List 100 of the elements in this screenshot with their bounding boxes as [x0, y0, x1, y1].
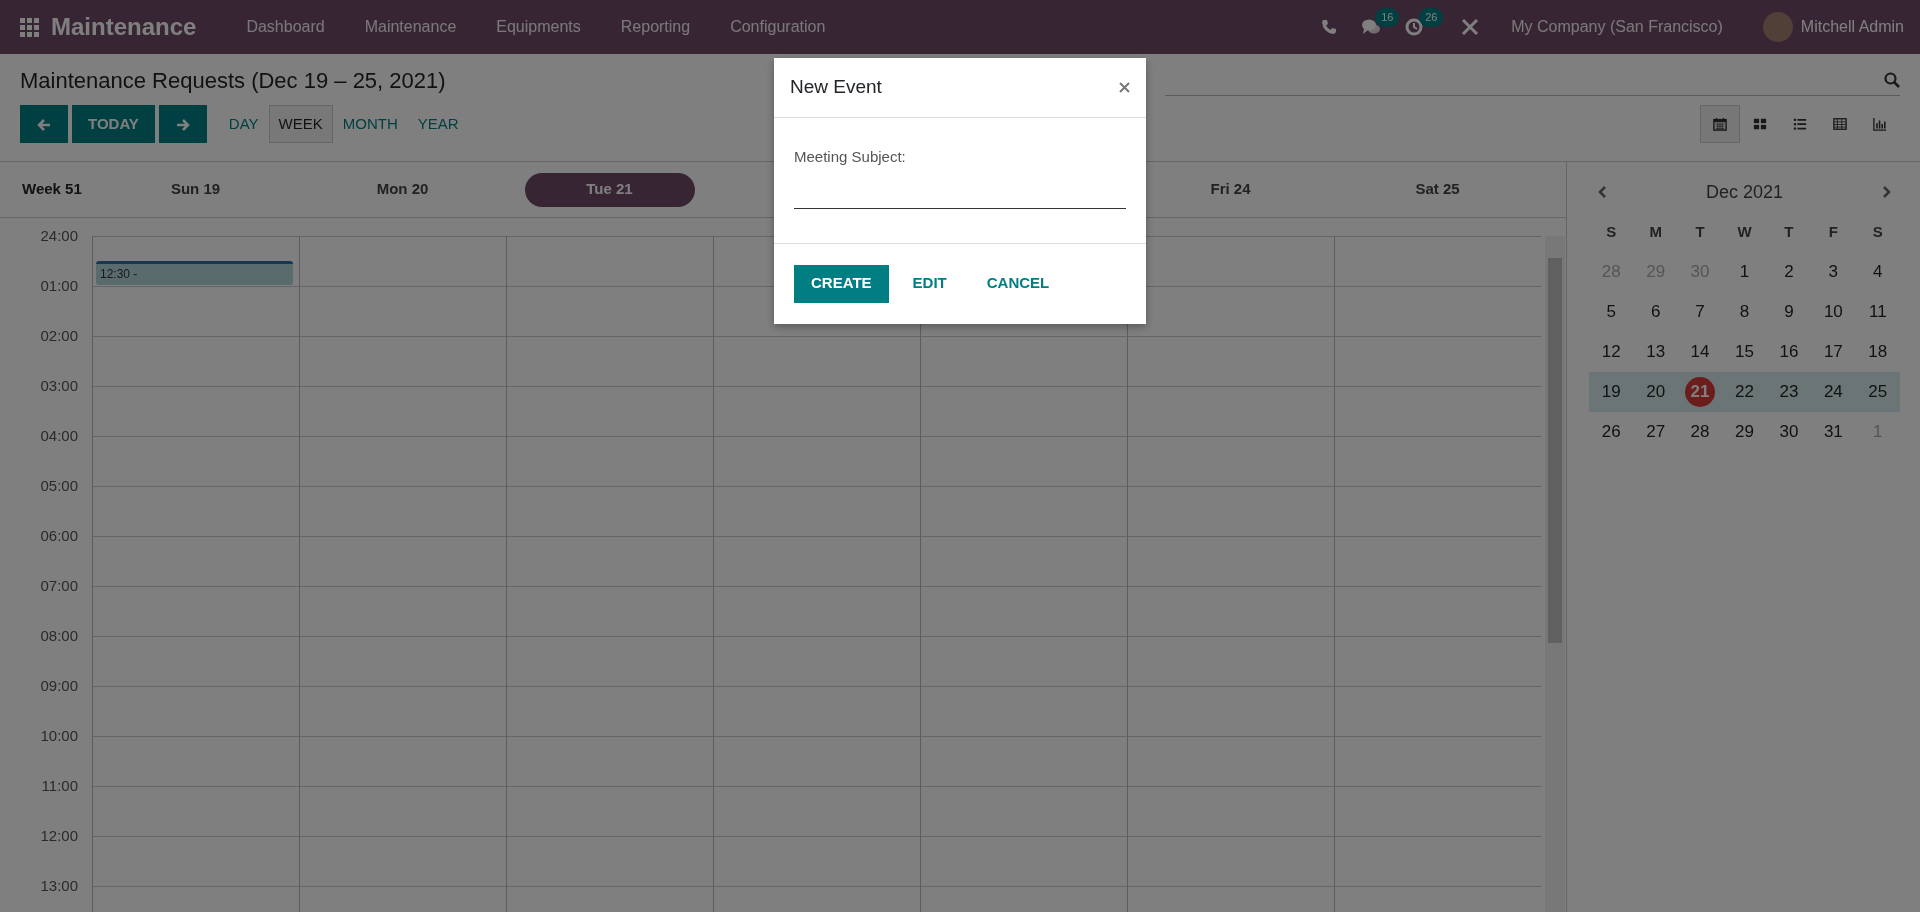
weekday-label: F: [1827, 221, 1839, 242]
dialog-button[interactable]: CANCEL: [970, 264, 1066, 303]
page-title: Maintenance Requests (Dec 19 – 25, 2021): [20, 67, 446, 95]
apps-menu-icon[interactable]: [20, 17, 39, 37]
day-header: Sun 19: [170, 179, 221, 200]
activity-count-badge: 26: [1419, 8, 1444, 27]
date-cell[interactable]: 26: [1601, 419, 1621, 445]
hour-label: 11:00: [40, 775, 79, 796]
day-header: Sat 25: [1415, 179, 1460, 200]
menu-item[interactable]: Configuration: [710, 15, 846, 39]
previous-button[interactable]: [20, 105, 68, 143]
date-cell[interactable]: 21: [1685, 377, 1716, 407]
chat-icon[interactable]: [1361, 18, 1382, 36]
date-cell[interactable]: 9: [1784, 299, 1794, 325]
app-name[interactable]: Maintenance: [51, 9, 197, 45]
scrollbar[interactable]: [1545, 236, 1565, 912]
next-button[interactable]: [158, 105, 207, 143]
menu-item[interactable]: Equipments: [476, 15, 601, 39]
chevron-right-icon[interactable]: [1881, 185, 1892, 199]
search-icon[interactable]: [1884, 71, 1900, 88]
date-cell[interactable]: 27: [1646, 419, 1666, 445]
date-cell[interactable]: 7: [1695, 299, 1705, 325]
week-row[interactable]: 12 13 14 15 16 17 18: [1589, 332, 1900, 372]
date-cell[interactable]: 23: [1779, 379, 1799, 405]
today-button[interactable]: TODAY: [72, 105, 155, 143]
clock-icon[interactable]: [1405, 18, 1424, 36]
hour-label: 12:00: [39, 825, 79, 846]
month-title: Dec 2021: [1705, 180, 1784, 204]
date-cell[interactable]: 29: [1735, 419, 1754, 445]
modal-backdrop[interactable]: [0, 0, 1920, 912]
date-cell[interactable]: 13: [1646, 339, 1666, 365]
chevron-left-icon[interactable]: [1597, 185, 1608, 199]
weekday-label: T: [1783, 221, 1795, 242]
menu-item[interactable]: Maintenance: [344, 15, 477, 39]
date-cell[interactable]: 12: [1601, 339, 1621, 365]
date-cell[interactable]: 31: [1823, 419, 1843, 445]
bar-chart-icon: [1873, 116, 1887, 132]
hour-label: 05:00: [39, 475, 79, 496]
arrow-right-icon: [174, 116, 191, 133]
day-header: Mon 20: [376, 179, 429, 200]
date-cell[interactable]: 17: [1823, 339, 1843, 365]
dialog-button[interactable]: CREATE: [794, 264, 889, 303]
list-icon: [1793, 116, 1807, 132]
hour-label: 10:00: [39, 725, 79, 746]
week-row[interactable]: 5 6 7 8 9 10 11: [1589, 292, 1900, 332]
date-cell[interactable]: 6: [1650, 299, 1661, 325]
date-cell[interactable]: 19: [1601, 379, 1621, 405]
view-switch-button[interactable]: [1700, 105, 1740, 143]
dialog-title: New Event: [790, 75, 882, 100]
date-cell[interactable]: 5: [1606, 299, 1616, 325]
calendar-event[interactable]: 12:30 -: [96, 261, 293, 285]
tools-icon[interactable]: [1461, 18, 1480, 36]
hour-label: 07:00: [39, 575, 79, 596]
arrow-left-icon: [36, 116, 52, 133]
hour-label: 08:00: [39, 625, 79, 646]
date-cell[interactable]: 10: [1823, 299, 1843, 325]
date-cell[interactable]: 15: [1735, 339, 1754, 365]
date-cell[interactable]: 24: [1823, 379, 1843, 405]
user-name[interactable]: Mitchell Admin: [1800, 15, 1904, 39]
date-cell[interactable]: 25: [1868, 379, 1888, 405]
phone-icon[interactable]: [1321, 19, 1338, 35]
scale-tab[interactable]: MONTH: [332, 105, 408, 143]
scale-tab[interactable]: DAY: [218, 105, 269, 143]
hour-label: 04:00: [39, 425, 79, 446]
menu-item[interactable]: Reporting: [600, 15, 711, 39]
dialog-button[interactable]: EDIT: [896, 264, 963, 303]
day-header: Tue 21: [524, 172, 695, 207]
date-cell[interactable]: 28: [1690, 419, 1710, 445]
table-icon: [1833, 116, 1847, 132]
scale-tab[interactable]: WEEK: [268, 105, 333, 143]
hour-label: 01:00: [39, 275, 79, 296]
week-row[interactable]: 19 20 21 22 23 24 25: [1589, 372, 1900, 412]
hour-label: 09:00: [39, 675, 79, 696]
scale-tab[interactable]: YEAR: [407, 105, 469, 143]
weekday-label: T: [1694, 221, 1706, 242]
calendar-icon: [1713, 116, 1727, 132]
hour-label: 06:00: [39, 525, 79, 546]
date-cell[interactable]: 2: [1784, 259, 1794, 285]
day-header: Fri 24: [1210, 179, 1251, 200]
menu-item[interactable]: Dashboard: [226, 15, 345, 39]
date-cell[interactable]: 11: [1868, 299, 1887, 325]
date-cell[interactable]: 8: [1739, 299, 1750, 325]
date-cell[interactable]: 1: [1739, 259, 1750, 285]
company-switcher[interactable]: My Company (San Francisco): [1511, 15, 1723, 39]
date-cell[interactable]: 16: [1779, 339, 1799, 365]
date-cell[interactable]: 30: [1779, 419, 1799, 445]
hour-label: 03:00: [39, 375, 79, 396]
date-cell[interactable]: 14: [1690, 339, 1710, 365]
date-cell[interactable]: 3: [1828, 259, 1839, 285]
hour-label: 13:00: [39, 875, 79, 896]
hour-label: 24:00: [39, 225, 79, 246]
date-cell[interactable]: 18: [1868, 339, 1888, 365]
date-cell[interactable]: 22: [1735, 379, 1754, 405]
weekday-label: S: [1871, 221, 1884, 242]
week-number: Week 51: [21, 179, 83, 200]
date-cell[interactable]: 4: [1873, 259, 1883, 285]
date-cell[interactable]: 20: [1646, 379, 1666, 405]
message-count-badge: 16: [1375, 8, 1400, 27]
weekday-label: S: [1605, 221, 1618, 242]
close-icon[interactable]: [1119, 82, 1130, 93]
